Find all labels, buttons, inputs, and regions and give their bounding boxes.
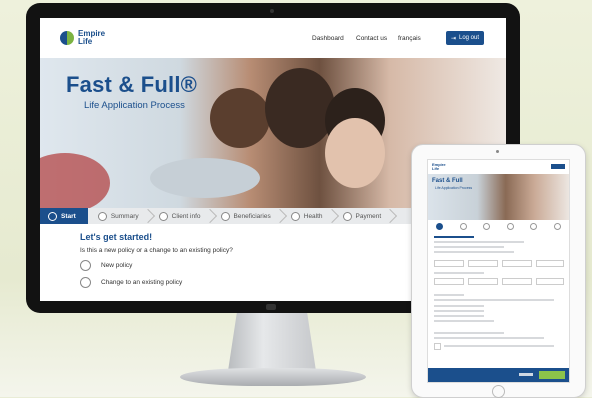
form-question: Is this a new policy or a change to an e… bbox=[80, 247, 233, 254]
tablet-step-dot[interactable] bbox=[483, 222, 491, 230]
apple-logo-icon bbox=[266, 304, 276, 310]
monitor-stand bbox=[228, 313, 316, 371]
tablet-text-line bbox=[434, 315, 484, 317]
tablet-logo[interactable]: Empire Life bbox=[432, 163, 448, 171]
tablet-camera-icon bbox=[496, 150, 499, 153]
logout-label: Log out bbox=[459, 35, 480, 41]
option-new-policy[interactable]: New policy bbox=[80, 260, 233, 271]
tablet-progress-steps bbox=[428, 222, 569, 230]
step-dot-icon bbox=[342, 211, 352, 221]
tablet-text-line bbox=[444, 345, 554, 347]
radio-new-policy[interactable] bbox=[80, 260, 91, 271]
step-dot-icon bbox=[290, 211, 300, 221]
tablet-text-line bbox=[434, 241, 524, 243]
tablet-step-dot[interactable] bbox=[553, 222, 561, 230]
step-dot-icon bbox=[158, 211, 168, 221]
tablet-input-field[interactable] bbox=[502, 278, 532, 285]
tablet-hero-subtitle: Life Application Process bbox=[435, 186, 473, 190]
tablet-input-field[interactable] bbox=[536, 260, 564, 267]
tablet-back-button[interactable] bbox=[519, 373, 533, 376]
tablet-hero-title: Fast & Full bbox=[432, 178, 463, 184]
tablet-text-line bbox=[434, 305, 484, 307]
hero-subtitle: Life Application Process bbox=[84, 100, 185, 111]
hero-photo-bowl bbox=[150, 158, 260, 198]
tablet-text-line bbox=[434, 272, 484, 274]
hero-title: Fast & Full® bbox=[66, 72, 198, 97]
tablet-footer bbox=[428, 368, 569, 382]
form-title: Let's get started! bbox=[80, 232, 153, 242]
tablet-home-button[interactable] bbox=[492, 385, 505, 398]
nav-dashboard-link[interactable]: Dashboard bbox=[312, 35, 344, 42]
option-change-policy-label: Change to an existing policy bbox=[101, 279, 183, 286]
brand-line-2: Life bbox=[78, 37, 93, 46]
tablet-input-field[interactable] bbox=[468, 278, 498, 285]
nav-language-link[interactable]: français bbox=[398, 35, 421, 42]
tablet-input-field[interactable] bbox=[434, 260, 464, 267]
chevron-right-icon bbox=[383, 208, 398, 224]
hero-photo-mother bbox=[265, 68, 335, 148]
radio-change-policy[interactable] bbox=[80, 277, 91, 288]
tablet-step-dot[interactable] bbox=[459, 222, 467, 230]
tablet-text-line bbox=[434, 332, 504, 334]
empire-life-logo[interactable]: Empire Life bbox=[60, 30, 108, 46]
tablet-step-dot[interactable] bbox=[530, 222, 538, 230]
step-start[interactable]: Start bbox=[40, 208, 88, 224]
step-dot-icon bbox=[220, 211, 230, 221]
step-dot-icon bbox=[97, 211, 107, 221]
tablet-text-line bbox=[434, 299, 554, 301]
tablet-logout-button[interactable] bbox=[551, 164, 565, 169]
tablet-hero: Fast & Full Life Application Process bbox=[428, 174, 569, 220]
option-change-policy[interactable]: Change to an existing policy bbox=[80, 277, 233, 288]
logout-icon: ⇥ bbox=[450, 35, 456, 42]
monitor-stand-base bbox=[180, 368, 366, 386]
tablet-input-field[interactable] bbox=[502, 260, 532, 267]
hero-photo-cloth bbox=[40, 153, 110, 208]
tablet-checkbox[interactable] bbox=[434, 343, 441, 350]
tablet-device: Empire Life Fast & Full Life Application… bbox=[411, 144, 586, 398]
start-form: Let's get started! Is this a new policy … bbox=[80, 232, 233, 288]
option-new-policy-label: New policy bbox=[101, 262, 133, 269]
logout-button[interactable]: ⇥ Log out bbox=[446, 31, 484, 45]
tablet-step-dot[interactable] bbox=[436, 222, 444, 230]
tablet-input-field[interactable] bbox=[434, 278, 464, 285]
tablet-text-line bbox=[434, 310, 484, 312]
tablet-text-line bbox=[434, 320, 494, 322]
tablet-text-line bbox=[434, 251, 514, 253]
step-beneficiaries[interactable]: Beneficiaries bbox=[211, 208, 287, 224]
step-payment[interactable]: Payment bbox=[333, 208, 398, 224]
step-summary[interactable]: Summary bbox=[88, 208, 155, 224]
hero-photo-face bbox=[325, 118, 385, 188]
tablet-input-field[interactable] bbox=[536, 278, 564, 285]
tablet-text-line bbox=[434, 337, 544, 339]
nav-contact-link[interactable]: Contact us bbox=[356, 35, 387, 42]
site-header: Empire Life Dashboard Contact us françai… bbox=[40, 18, 506, 58]
step-client-info[interactable]: Client info bbox=[149, 208, 217, 224]
logo-mark-icon bbox=[60, 31, 74, 45]
tablet-form-heading bbox=[434, 236, 474, 238]
step-health[interactable]: Health bbox=[281, 208, 339, 224]
webcam-icon bbox=[270, 9, 274, 13]
hero-photo-child bbox=[210, 88, 270, 148]
tablet-header: Empire Life bbox=[428, 160, 569, 174]
tablet-next-button[interactable] bbox=[539, 371, 565, 379]
tablet-screen: Empire Life Fast & Full Life Application… bbox=[427, 159, 570, 383]
tablet-text-line bbox=[434, 294, 464, 296]
tablet-step-dot[interactable] bbox=[506, 222, 514, 230]
tablet-input-field[interactable] bbox=[468, 260, 498, 267]
step-dot-icon bbox=[48, 211, 57, 221]
tablet-text-line bbox=[434, 246, 504, 248]
